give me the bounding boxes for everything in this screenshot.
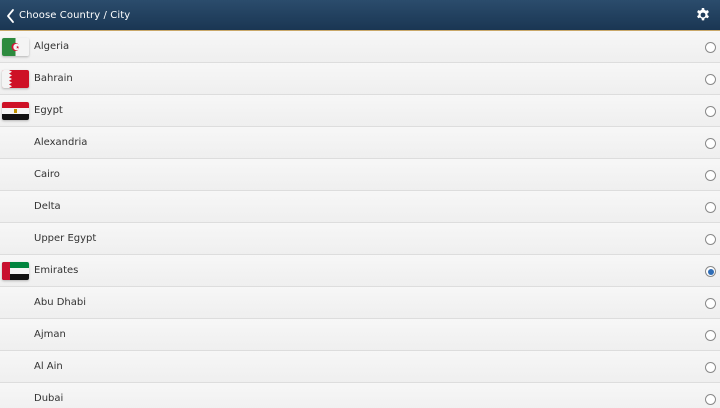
list-item[interactable]: Bahrain xyxy=(0,63,720,95)
list-item[interactable]: Al Ain xyxy=(0,351,720,383)
header-bar: Choose Country / City xyxy=(0,0,720,31)
radio-button[interactable] xyxy=(705,234,716,245)
bahrain-flag xyxy=(2,70,29,88)
radio-button[interactable] xyxy=(705,170,716,181)
radio-selected[interactable] xyxy=(705,266,716,277)
country-city-list: Algeria Bahrain Egypt Alexandria Cairo Delt… xyxy=(0,31,720,408)
list-item-label: Abu Dhabi xyxy=(34,297,86,308)
radio-button[interactable] xyxy=(705,74,716,85)
radio-button[interactable] xyxy=(705,298,716,309)
list-item-label: Egypt xyxy=(34,105,63,116)
list-item[interactable]: Abu Dhabi xyxy=(0,287,720,319)
list-item[interactable]: Delta xyxy=(0,191,720,223)
list-item-label: Emirates xyxy=(34,265,79,276)
radio-button[interactable] xyxy=(705,106,716,117)
list-item-label: Ajman xyxy=(34,329,66,340)
radio-button[interactable] xyxy=(705,394,716,405)
list-item-label: Cairo xyxy=(34,169,60,180)
radio-button[interactable] xyxy=(705,362,716,373)
back-button[interactable]: Choose Country / City xyxy=(0,0,130,31)
list-item-label: Alexandria xyxy=(34,137,88,148)
list-item-label: Bahrain xyxy=(34,73,73,84)
list-item-label: Algeria xyxy=(34,41,70,52)
radio-button[interactable] xyxy=(705,42,716,53)
list-item[interactable]: Ajman xyxy=(0,319,720,351)
radio-button[interactable] xyxy=(705,138,716,149)
algeria-flag xyxy=(2,38,29,56)
page-title: Choose Country / City xyxy=(19,10,131,21)
list-item[interactable]: Upper Egypt xyxy=(0,223,720,255)
list-item-label: Dubai xyxy=(34,393,64,404)
app-window: Choose Country / City Algeria Bahrain Eg… xyxy=(0,0,720,408)
list-item[interactable]: Alexandria xyxy=(0,127,720,159)
list-item[interactable]: Emirates xyxy=(0,255,720,287)
radio-button[interactable] xyxy=(705,330,716,341)
list-item-label: Al Ain xyxy=(34,361,63,372)
gear-icon[interactable] xyxy=(695,7,711,23)
emirates-flag xyxy=(2,262,29,280)
radio-button[interactable] xyxy=(705,202,716,213)
list-item-label: Upper Egypt xyxy=(34,233,97,244)
list-item-label: Delta xyxy=(34,201,61,212)
list-item[interactable]: Algeria xyxy=(0,31,720,63)
chevron-left-icon xyxy=(7,8,14,23)
list-item[interactable]: Cairo xyxy=(0,159,720,191)
list-item[interactable]: Dubai xyxy=(0,383,720,408)
egypt-flag xyxy=(2,102,29,120)
list-item[interactable]: Egypt xyxy=(0,95,720,127)
